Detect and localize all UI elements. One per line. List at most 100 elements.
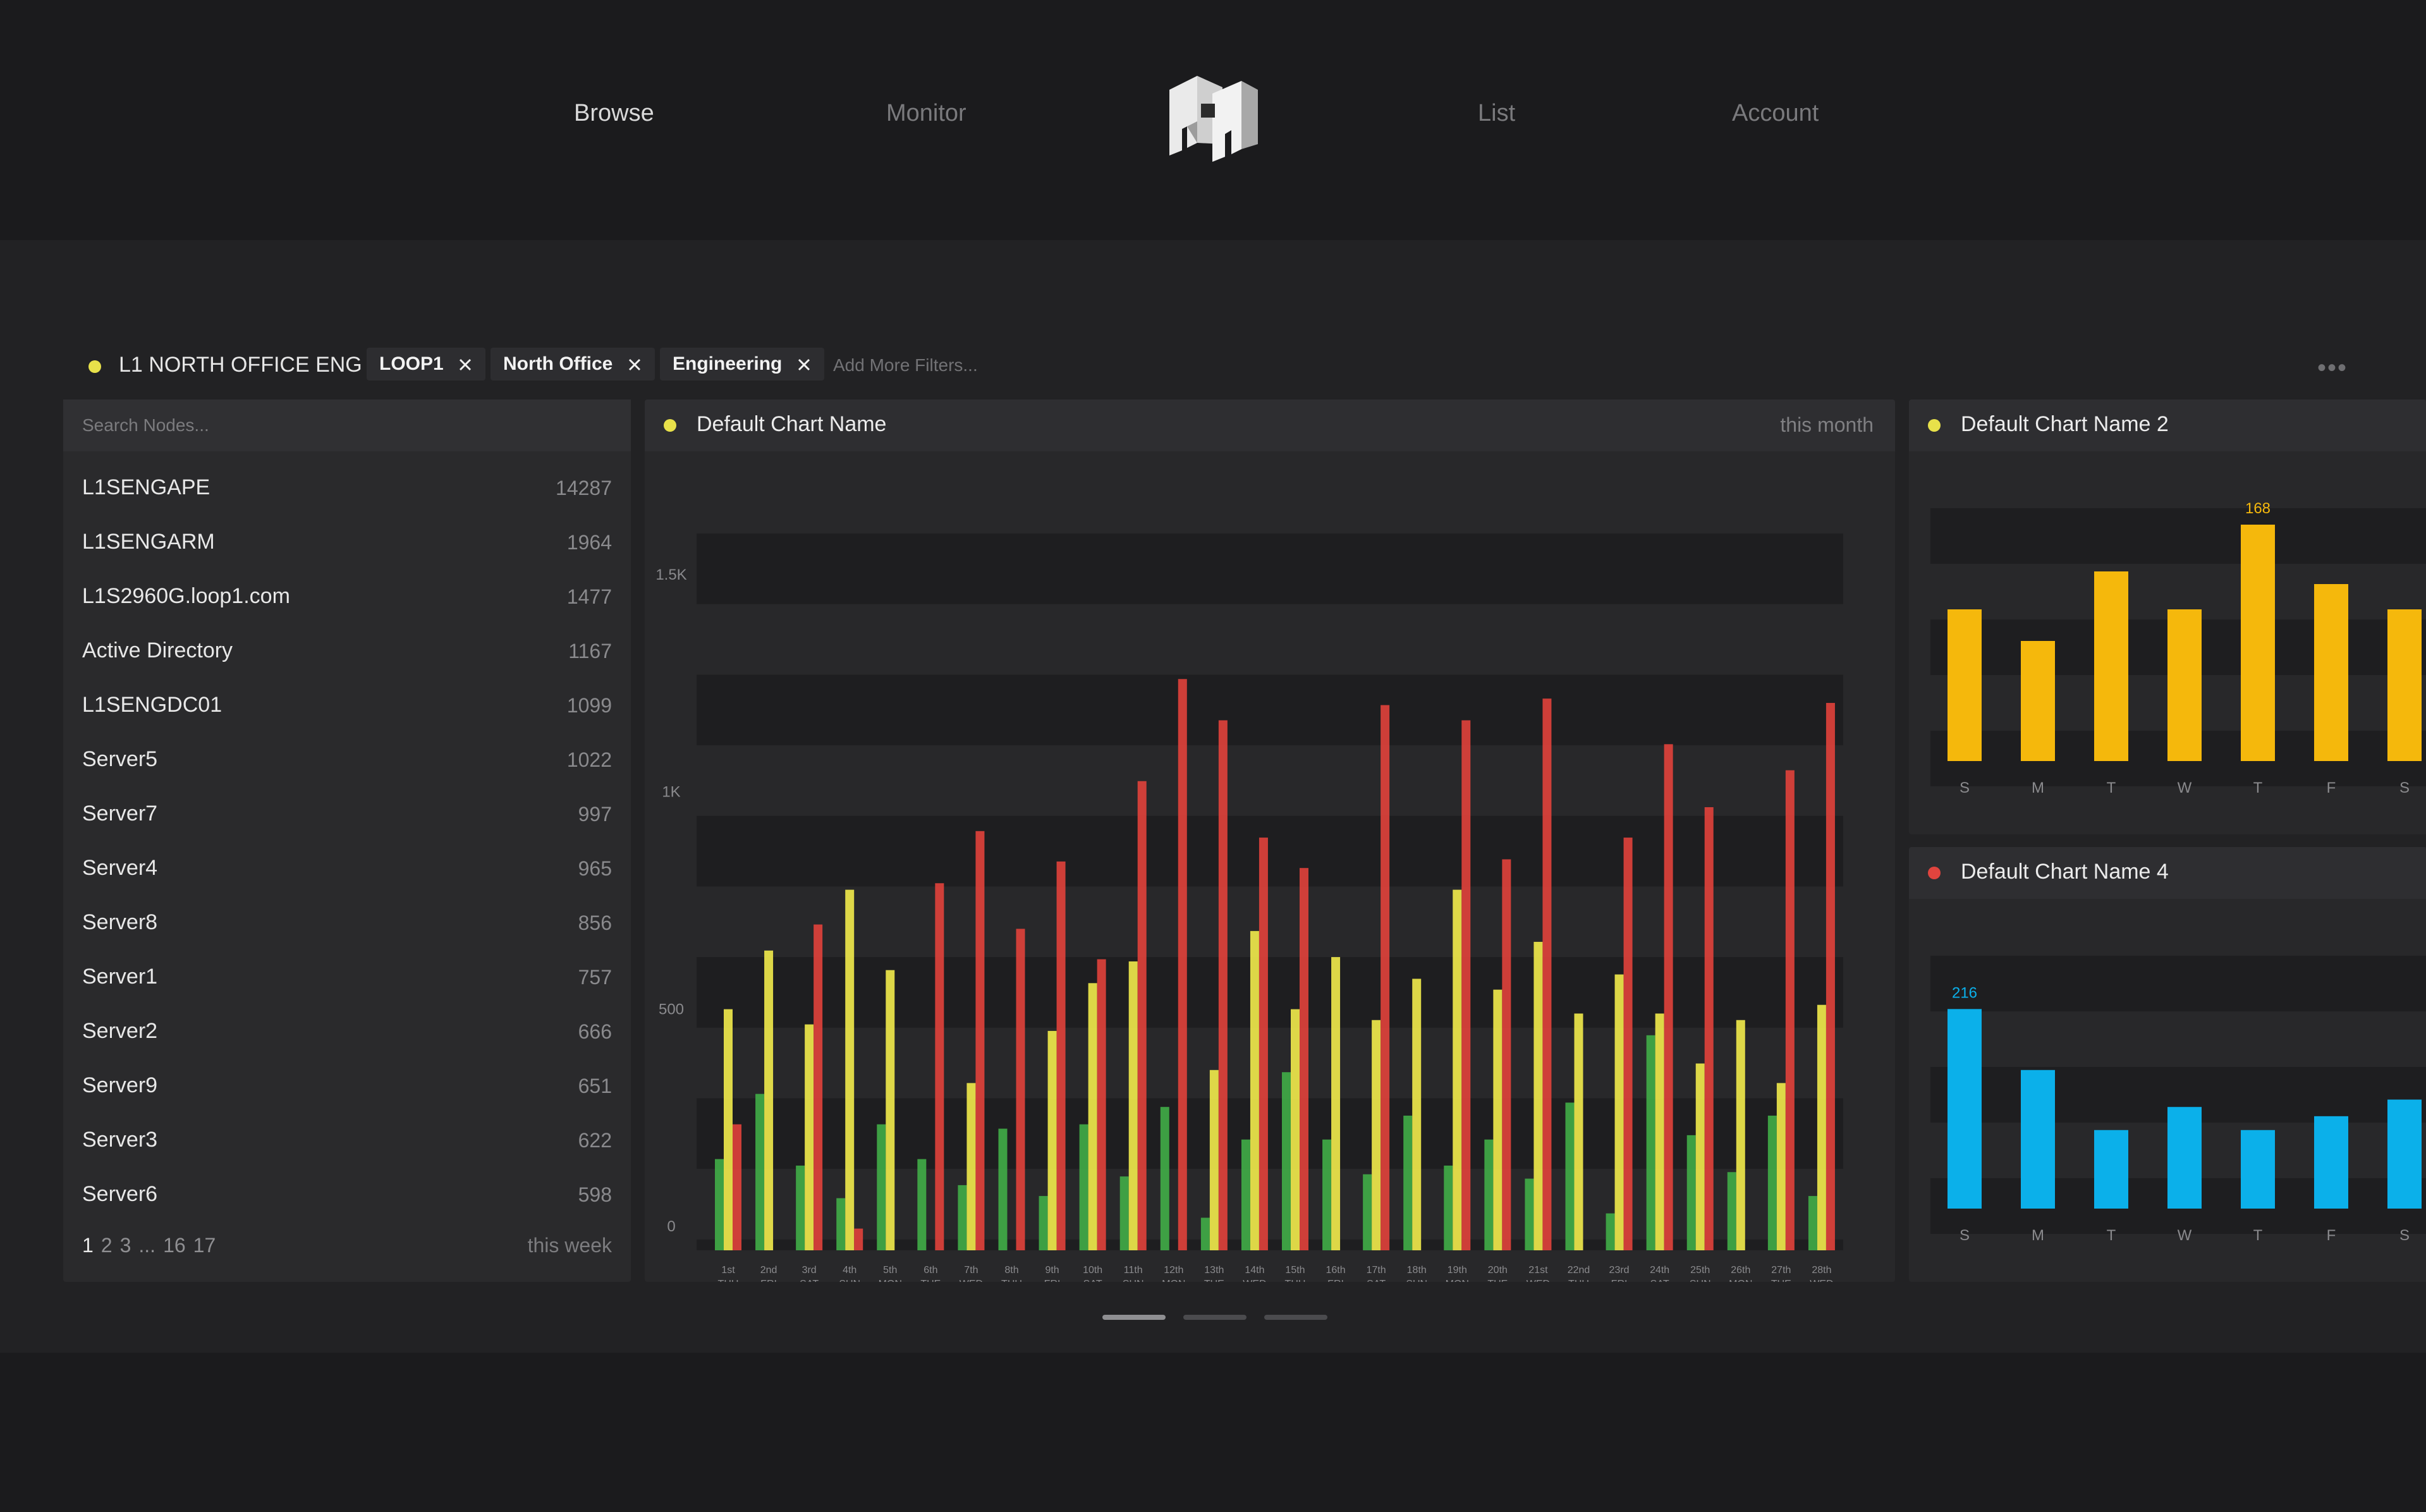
node-count: 997 xyxy=(578,803,612,826)
x-tick-label: 11th xyxy=(1124,1265,1143,1276)
bar-green xyxy=(755,1094,765,1250)
list-item[interactable]: Server6 598 xyxy=(63,1168,631,1222)
node-name: Server8 xyxy=(82,910,158,934)
x-tick-label: 21st xyxy=(1528,1265,1548,1276)
nav-browse[interactable]: Browse xyxy=(574,100,654,127)
x-tick-label: 8th xyxy=(1004,1265,1018,1276)
x-tick-label: SUN xyxy=(839,1279,860,1282)
bar-yellow xyxy=(1291,1009,1300,1250)
x-tick-label: SUN xyxy=(1123,1279,1144,1282)
filter-chip-loop1[interactable]: LOOP1 xyxy=(367,348,486,381)
list-item[interactable]: Server2 666 xyxy=(63,1005,631,1059)
x-tick-label: MON xyxy=(1729,1279,1752,1282)
x-tick-label: 16th xyxy=(1326,1265,1346,1276)
nav-monitor[interactable]: Monitor xyxy=(886,100,966,127)
page-link[interactable]: 1 xyxy=(82,1234,94,1257)
bar-green xyxy=(1606,1213,1615,1250)
page-link[interactable]: 3 xyxy=(120,1234,131,1257)
status-dot xyxy=(88,360,101,373)
filter-bar: L1 NORTH OFFICE ENG LOOP1 North Office E… xyxy=(63,348,2402,386)
list-item[interactable]: L1SENGARM 1964 xyxy=(63,516,631,570)
add-filters-input[interactable]: Add More Filters... xyxy=(833,355,978,375)
side-bar-chart-4: 216 S M T W T F S xyxy=(1930,956,2426,1244)
close-icon[interactable] xyxy=(627,357,642,372)
node-name: Server2 xyxy=(82,1019,158,1043)
chip-label: LOOP1 xyxy=(379,353,444,374)
list-item[interactable]: Server4 965 xyxy=(63,842,631,896)
x-tick-label: 19th xyxy=(1448,1265,1467,1276)
close-icon[interactable] xyxy=(458,357,473,372)
period-label[interactable]: this week xyxy=(528,1234,612,1257)
node-count: 1477 xyxy=(566,585,612,608)
bar-green xyxy=(917,1159,927,1250)
search-input[interactable] xyxy=(63,399,631,451)
period-selector[interactable]: this month xyxy=(1780,413,1874,437)
bar-green xyxy=(1444,1165,1453,1250)
filter-chip-engineering[interactable]: Engineering xyxy=(660,348,824,381)
bar-green xyxy=(998,1128,1008,1250)
filter-chip-north-office[interactable]: North Office xyxy=(491,348,655,381)
bar-red xyxy=(1381,705,1390,1250)
x-tick-label: THU xyxy=(718,1279,739,1282)
page-link[interactable]: 2 xyxy=(101,1234,113,1257)
bar-red xyxy=(1785,770,1795,1250)
x-tick-label: FRI xyxy=(1327,1279,1344,1282)
x-tick-label: 17th xyxy=(1367,1265,1386,1276)
list-item[interactable]: L1SENGDC01 1099 xyxy=(63,679,631,733)
bar-yellow xyxy=(1209,1070,1219,1250)
list-item[interactable]: Server8 856 xyxy=(63,896,631,951)
node-name: Server9 xyxy=(82,1073,158,1097)
list-item[interactable]: L1S2960G.loop1.com 1477 xyxy=(63,570,631,625)
page-link[interactable]: 17 xyxy=(193,1234,216,1257)
bar xyxy=(2241,1130,2275,1209)
list-item[interactable]: Server9 651 xyxy=(63,1059,631,1114)
bar-yellow xyxy=(1533,942,1543,1250)
nav-list[interactable]: List xyxy=(1478,100,1515,127)
bar-green xyxy=(877,1124,886,1250)
list-item[interactable]: Server5 1022 xyxy=(63,733,631,788)
node-count: 1964 xyxy=(566,531,612,554)
bar-red xyxy=(1056,861,1066,1250)
x-tick-label: T xyxy=(2107,1227,2116,1244)
status-dot xyxy=(1928,419,1941,432)
node-name: Server7 xyxy=(82,802,158,826)
page-link[interactable]: 16 xyxy=(163,1234,186,1257)
x-tick-label: SAT xyxy=(1083,1279,1102,1282)
bar-yellow xyxy=(1574,1013,1583,1250)
list-item[interactable]: L1SENGAPE 14287 xyxy=(63,461,631,516)
x-tick-label: 12th xyxy=(1164,1265,1183,1276)
x-tick-label: T xyxy=(2107,779,2116,796)
carousel-dot-1[interactable] xyxy=(1102,1315,1166,1320)
x-tick-label: WED xyxy=(960,1279,983,1282)
carousel-dot-3[interactable] xyxy=(1264,1315,1327,1320)
x-tick-label: SAT xyxy=(800,1279,819,1282)
bar-green xyxy=(1119,1176,1129,1250)
node-count: 1167 xyxy=(568,640,612,662)
list-item[interactable]: Active Directory 1167 xyxy=(63,625,631,679)
y-tick-label: 500 xyxy=(659,1001,684,1018)
bar-red xyxy=(814,924,823,1250)
bar-green xyxy=(715,1159,724,1250)
list-item[interactable]: Server7 997 xyxy=(63,788,631,842)
x-tick-label: 25th xyxy=(1690,1265,1710,1276)
node-count: 598 xyxy=(578,1183,612,1206)
list-item[interactable]: Server3 622 xyxy=(63,1114,631,1168)
main-chart-panel: Default Chart Name this month 0 500 1K 1.5K… xyxy=(645,399,1895,1282)
x-tick-label: T xyxy=(2253,1227,2263,1244)
more-dots-icon[interactable]: ••• xyxy=(2317,354,2348,382)
bar-red xyxy=(1623,838,1633,1250)
x-tick-label: 24th xyxy=(1650,1265,1669,1276)
node-count: 14287 xyxy=(556,477,612,499)
nav-account[interactable]: Account xyxy=(1732,100,1819,127)
x-tick-label: 5th xyxy=(883,1265,897,1276)
x-tick-label: T xyxy=(2253,779,2263,796)
list-item[interactable]: Server1 757 xyxy=(63,951,631,1005)
x-tick-label: TUE xyxy=(920,1279,941,1282)
carousel-dot-2[interactable] xyxy=(1183,1315,1247,1320)
bar-green xyxy=(1079,1124,1088,1250)
bar-red xyxy=(1218,720,1228,1250)
close-icon[interactable] xyxy=(796,357,812,372)
bar-yellow xyxy=(1776,1083,1786,1250)
app-logo xyxy=(1169,76,1258,162)
x-tick-label: S xyxy=(2399,779,2410,796)
